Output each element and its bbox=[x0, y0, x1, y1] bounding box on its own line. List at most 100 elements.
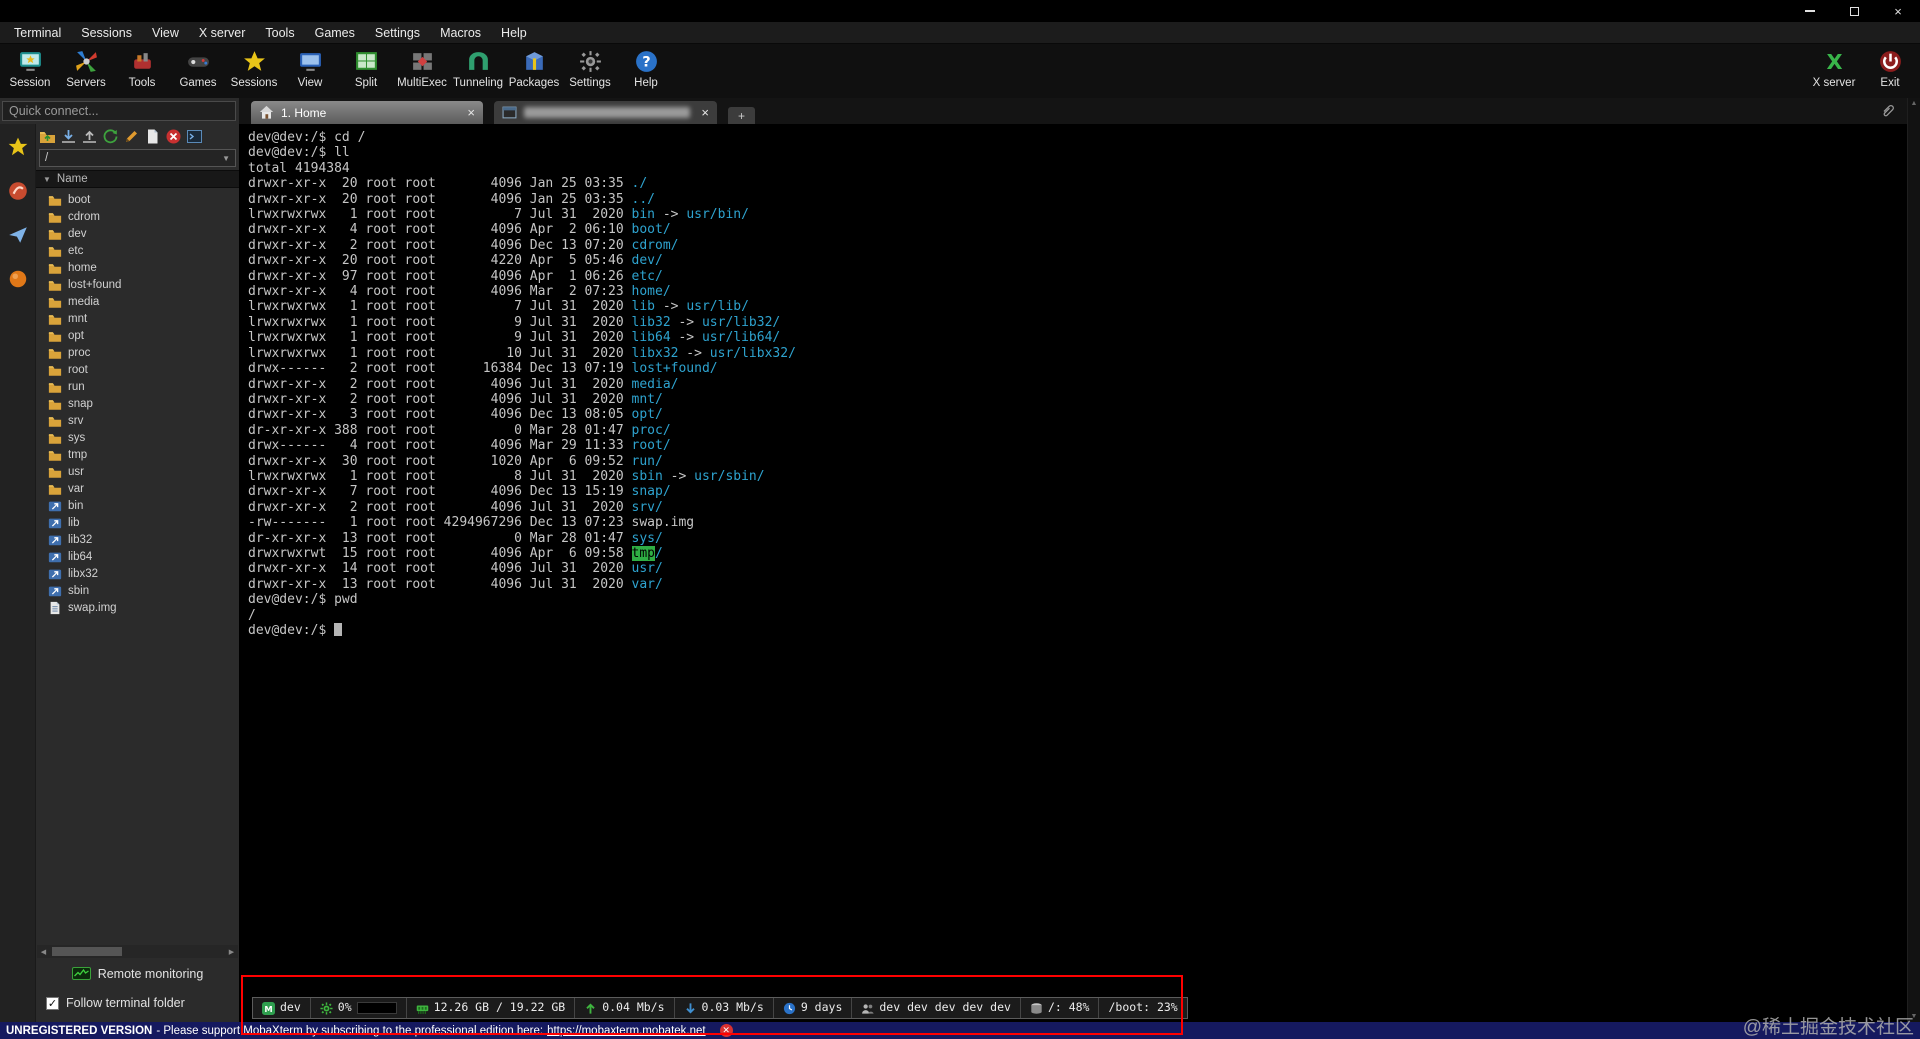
folder-icon bbox=[48, 397, 62, 411]
menu-item-games[interactable]: Games bbox=[305, 23, 365, 43]
tree-column-header[interactable]: ▼ Name bbox=[36, 170, 239, 188]
toolbar-servers-button[interactable]: Servers bbox=[58, 44, 114, 98]
paperclip-icon[interactable] bbox=[1880, 103, 1896, 119]
toolbar-x-server-button[interactable]: X X server bbox=[1806, 44, 1862, 98]
ft-console-icon[interactable] bbox=[186, 128, 203, 145]
ft-upload-icon[interactable] bbox=[81, 128, 98, 145]
terminal-line: lrwxrwxrwx 1 root root 7 Jul 31 2020 lib… bbox=[248, 299, 749, 315]
tree-item-sys[interactable]: sys bbox=[36, 429, 239, 446]
sidebar-horizontal-scrollbar[interactable]: ◀ ▶ bbox=[37, 945, 238, 958]
mobatek-link[interactable]: https://mobaxterm.mobatek.net bbox=[547, 1025, 706, 1037]
banner-close-button[interactable]: ✕ bbox=[719, 1024, 733, 1037]
menu-item-tools[interactable]: Tools bbox=[255, 23, 304, 43]
tab-label-redacted bbox=[524, 107, 691, 118]
menu-item-view[interactable]: View bbox=[142, 23, 189, 43]
tree-item-label: media bbox=[68, 295, 100, 308]
toolbar-packages-button[interactable]: Packages bbox=[506, 44, 562, 98]
toolbar-tools-button[interactable]: Tools bbox=[114, 44, 170, 98]
sidebar-strip-ball-icon[interactable] bbox=[7, 268, 29, 290]
tree-item-var[interactable]: var bbox=[36, 480, 239, 497]
tab-close-icon[interactable]: × bbox=[701, 105, 709, 120]
terminal-scrollbar[interactable]: ▲ ▼ bbox=[1907, 98, 1920, 1022]
folder-icon bbox=[48, 278, 62, 292]
monitor-ram-value: 12.26 GB / 19.22 GB bbox=[433, 1000, 566, 1015]
toolbar-sessions-button[interactable]: Sessions bbox=[226, 44, 282, 98]
toolbar-games-button[interactable]: Games bbox=[170, 44, 226, 98]
tree-item-swap.img[interactable]: swap.img bbox=[36, 599, 239, 616]
menu-item-settings[interactable]: Settings bbox=[365, 23, 430, 43]
new-tab-button[interactable]: + bbox=[728, 107, 755, 124]
sidebar-strip-macros-icon[interactable] bbox=[7, 224, 29, 246]
folder-icon bbox=[48, 210, 62, 224]
scroll-up-icon[interactable]: ▲ bbox=[1911, 100, 1918, 107]
tree-item-boot[interactable]: boot bbox=[36, 191, 239, 208]
tree-item-root[interactable]: root bbox=[36, 361, 239, 378]
tree-item-opt[interactable]: opt bbox=[36, 327, 239, 344]
sessions-icon bbox=[242, 49, 267, 74]
menu-item-macros[interactable]: Macros bbox=[430, 23, 491, 43]
tree-item-label: libx32 bbox=[68, 567, 99, 580]
tree-item-media[interactable]: media bbox=[36, 293, 239, 310]
tree-item-bin[interactable]: bin bbox=[36, 497, 239, 514]
scroll-left-icon[interactable]: ◀ bbox=[37, 948, 50, 956]
remote-monitoring-button[interactable]: Remote monitoring bbox=[36, 962, 239, 986]
tree-item-lib32[interactable]: lib32 bbox=[36, 531, 239, 548]
toolbar-multiexec-button[interactable]: MultiExec bbox=[394, 44, 450, 98]
sidebar-strip-sftp-icon[interactable] bbox=[7, 180, 29, 202]
tab-2[interactable]: × bbox=[494, 101, 717, 124]
minimize-button[interactable] bbox=[1788, 0, 1832, 22]
link-icon bbox=[48, 567, 62, 581]
folder-icon bbox=[48, 363, 62, 377]
path-combobox[interactable]: / ▼ bbox=[39, 149, 236, 167]
quick-connect-input[interactable]: Quick connect... bbox=[2, 101, 236, 121]
toolbar-view-button[interactable]: View bbox=[282, 44, 338, 98]
tree-item-home[interactable]: home bbox=[36, 259, 239, 276]
cpu-icon bbox=[320, 1001, 333, 1015]
menu-item-terminal[interactable]: Terminal bbox=[4, 23, 71, 43]
tree-item-lib64[interactable]: lib64 bbox=[36, 548, 239, 565]
sidebar-strip-star-icon[interactable] bbox=[7, 136, 29, 158]
tree-item-sbin[interactable]: sbin bbox=[36, 582, 239, 599]
maximize-button[interactable] bbox=[1832, 0, 1876, 22]
toolbar-label: Session bbox=[9, 77, 51, 89]
ft-refresh-icon[interactable] bbox=[102, 128, 119, 145]
tab-close-icon[interactable]: × bbox=[467, 105, 475, 120]
tree-item-tmp[interactable]: tmp bbox=[36, 446, 239, 463]
toolbar-session-button[interactable]: Session bbox=[2, 44, 58, 98]
ft-folder-upload-icon[interactable] bbox=[39, 128, 56, 145]
close-button[interactable]: × bbox=[1876, 0, 1920, 22]
tree-item-dev[interactable]: dev bbox=[36, 225, 239, 242]
terminal[interactable]: dev@dev:/$ cd / dev@dev:/$ ll total 419438… bbox=[239, 124, 1920, 1022]
tree-item-run[interactable]: run bbox=[36, 378, 239, 395]
toolbar-split-button[interactable]: Split bbox=[338, 44, 394, 98]
tree-item-lost+found[interactable]: lost+found bbox=[36, 276, 239, 293]
tree-item-usr[interactable]: usr bbox=[36, 463, 239, 480]
tree-item-libx32[interactable]: libx32 bbox=[36, 565, 239, 582]
tree-item-snap[interactable]: snap bbox=[36, 395, 239, 412]
ft-edit-icon[interactable] bbox=[123, 128, 140, 145]
tree-item-etc[interactable]: etc bbox=[36, 242, 239, 259]
tree-item-lib[interactable]: lib bbox=[36, 514, 239, 531]
terminal-line: drwxr-xr-x 20 root root 4096 Jan 25 03:3… bbox=[248, 176, 648, 192]
tree-item-cdrom[interactable]: cdrom bbox=[36, 208, 239, 225]
toolbar-help-button[interactable]: ? Help bbox=[618, 44, 674, 98]
menu-item-help[interactable]: Help bbox=[491, 23, 537, 43]
tab-1[interactable]: 1. Home × bbox=[251, 101, 483, 124]
ft-stop-icon[interactable] bbox=[165, 128, 182, 145]
tree-item-mnt[interactable]: mnt bbox=[36, 310, 239, 327]
disk-icon bbox=[1030, 1002, 1043, 1015]
toolbar-settings-button[interactable]: Settings bbox=[562, 44, 618, 98]
tree-item-srv[interactable]: srv bbox=[36, 412, 239, 429]
terminal-line: drwxr-xr-x 20 root root 4220 Apr 5 05:46… bbox=[248, 253, 663, 269]
ft-new-icon[interactable] bbox=[144, 128, 161, 145]
follow-terminal-folder-checkbox[interactable]: ✓ bbox=[46, 996, 59, 1010]
scrollbar-thumb[interactable] bbox=[52, 947, 122, 956]
menu-item-sessions[interactable]: Sessions bbox=[71, 23, 142, 43]
scroll-right-icon[interactable]: ▶ bbox=[225, 948, 238, 956]
ft-download-icon[interactable] bbox=[60, 128, 77, 145]
tree-item-label: lost+found bbox=[68, 278, 122, 291]
toolbar-exit-button[interactable]: Exit bbox=[1862, 44, 1918, 98]
menu-item-x-server[interactable]: X server bbox=[189, 23, 256, 43]
tree-item-proc[interactable]: proc bbox=[36, 344, 239, 361]
toolbar-tunneling-button[interactable]: Tunneling bbox=[450, 44, 506, 98]
